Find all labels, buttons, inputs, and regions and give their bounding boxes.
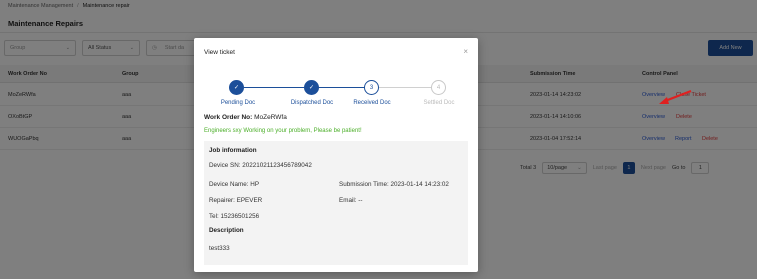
step-number-3: 3: [364, 80, 379, 95]
device-sn: Device SN: 20221021123456789042: [209, 162, 312, 169]
work-order-value: MoZeRWfa: [254, 114, 287, 121]
status-note: Engineers sxy Working on your problem, P…: [204, 128, 362, 134]
work-order-label: Work Order No:: [204, 114, 253, 121]
close-icon[interactable]: ×: [463, 47, 468, 56]
step-connector: [318, 87, 370, 88]
description-text: test333: [209, 245, 230, 252]
step-label-pending: Pending Doc: [220, 100, 256, 106]
step-connector: [244, 87, 304, 88]
description-title: Description: [209, 227, 244, 234]
device-name: Device Name: HP: [209, 181, 260, 188]
check-icon: ✓: [304, 80, 319, 95]
progress-steps: ✓ ✓ 3 4 Pending Doc Dispatched Doc Recei…: [194, 80, 478, 110]
job-info-title: Job information: [209, 147, 257, 154]
job-info-panel: Job information Device SN: 2022102112345…: [204, 141, 468, 265]
step-label-dispatched: Dispatched Doc: [290, 100, 334, 106]
tel: Tel: 15236501256: [209, 213, 260, 220]
step-connector: [379, 87, 431, 88]
view-ticket-dialog: View ticket × ✓ ✓ 3 4 Pending Doc Dispat…: [194, 38, 478, 272]
submission-time: Submission Time: 2023-01-14 14:23:02: [339, 181, 449, 188]
work-order-line: Work Order No: MoZeRWfa: [204, 114, 287, 121]
dialog-title: View ticket: [204, 49, 235, 56]
step-label-received: Received Doc: [353, 100, 391, 106]
repairer: Repairer: EPEVER: [209, 197, 263, 204]
annotation-arrow-icon: [659, 89, 692, 104]
email: Email: --: [339, 197, 363, 204]
check-icon: ✓: [229, 80, 244, 95]
step-label-settled: Settled Doc: [423, 100, 455, 106]
step-number-4: 4: [431, 80, 446, 95]
